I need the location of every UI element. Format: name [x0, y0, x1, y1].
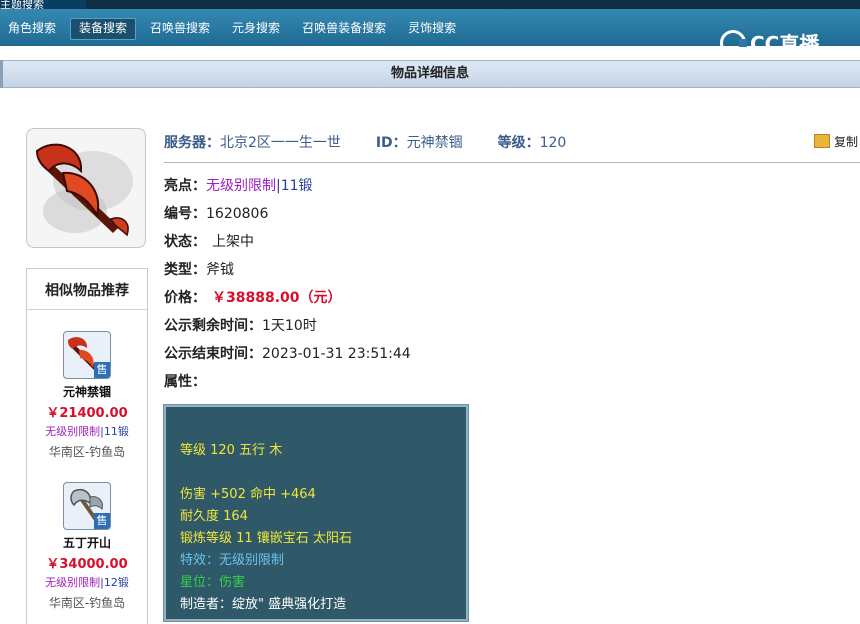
level-label: 等级：	[497, 135, 540, 151]
type-row: 类型：斧钺	[164, 262, 234, 278]
remaining-time-value: 1天10时	[262, 318, 317, 334]
id-label: ID：	[375, 135, 407, 151]
attr-durability: 耐久度 164	[180, 509, 248, 524]
highlight-forge: 11锻	[280, 178, 313, 194]
attr-damage-hit: 伤害 +502 命中 +464	[180, 487, 316, 502]
similar-item-tags: 无级别限制|11锻	[45, 425, 129, 438]
tag-level: 无级别限制	[45, 425, 101, 438]
similar-item-name[interactable]: 五丁开山	[27, 534, 147, 551]
code-value: 1620806	[206, 206, 269, 222]
type-value: 斧钺	[206, 262, 234, 278]
id-value: 元神禁锢	[406, 135, 463, 151]
nav-summon-search[interactable]: 召唤兽搜索	[142, 18, 218, 40]
copy-button[interactable]: 复制	[814, 133, 858, 150]
attr-level-element: 等级 120 五行 木	[180, 443, 283, 458]
code-row: 编号：1620806	[164, 206, 269, 222]
highlight-row: 亮点：无级别限制|11锻	[164, 178, 313, 194]
item-image	[26, 128, 146, 248]
remaining-time-row: 公示剩余时间：1天10时	[164, 318, 317, 334]
copy-icon	[814, 134, 830, 148]
top-strip	[86, 0, 860, 9]
end-time-value: 2023-01-31 23:51:44	[262, 346, 411, 362]
similar-item-thumb[interactable]: 售	[63, 482, 111, 530]
similar-items-panel: 相似物品推荐 售 元神禁锢 ￥21400.00 无级别限制|11锻 华南区-钓鱼…	[26, 268, 148, 624]
end-time-row: 公示结束时间：2023-01-31 23:51:44	[164, 346, 411, 362]
top-bar: 主题搜索 角色搜索 装备搜索 召唤兽搜索 元身搜索 召唤兽装备搜索 灵饰搜索 C…	[0, 0, 860, 56]
search-nav: 角色搜索 装备搜索 召唤兽搜索 元身搜索 召唤兽装备搜索 灵饰搜索	[0, 18, 470, 40]
attr-star-position: 星位：伤害	[180, 575, 246, 590]
attr-forge-gem: 锻炼等级 11 镶嵌宝石 太阳石	[180, 531, 352, 546]
attributes-row: 属性：	[164, 371, 206, 391]
item-info-header: 服务器：北京2区一一生一世 ID：元神禁锢 等级：120 复制	[164, 132, 860, 163]
status-row: 状态： 上架中	[164, 234, 254, 250]
similar-items-title: 相似物品推荐	[27, 269, 147, 310]
level-value: 120	[539, 135, 567, 151]
status-value: 上架中	[212, 234, 254, 250]
similar-item-server: 华南区-钓鱼岛	[48, 596, 126, 610]
sale-badge: 售	[94, 362, 110, 378]
similar-item-server: 华南区-钓鱼岛	[48, 445, 126, 459]
similar-item-card[interactable]: 售 五丁开山 ￥34000.00 无级别限制|12锻 华南区-钓鱼岛	[27, 482, 147, 611]
sale-badge: 售	[94, 513, 110, 529]
similar-item-price: ￥34000.00	[46, 557, 128, 572]
cc-logo-icon	[720, 29, 747, 56]
similar-item-tags: 无级别限制|12锻	[45, 576, 129, 589]
price-value: ￥38888.00（元）	[212, 290, 342, 306]
tag-level: 无级别限制	[45, 576, 101, 589]
top-tab[interactable]: 主题搜索	[0, 0, 86, 9]
attribute-box: 等级 120 五行 木 伤害 +502 命中 +464 耐久度 164 锻炼等级…	[163, 404, 469, 622]
detail-header: 物品详细信息	[0, 60, 860, 88]
nav-yuanshen-search[interactable]: 元身搜索	[224, 18, 288, 40]
highlight-level: 无级别限制	[206, 178, 276, 194]
similar-item-thumb[interactable]: 售	[63, 331, 111, 379]
attr-maker: 制造者：绽放" 盛典强化打造	[180, 597, 347, 612]
server-value: 北京2区一一生一世	[220, 135, 341, 151]
brand-text: CC直播	[750, 32, 820, 56]
similar-item-card[interactable]: 售 元神禁锢 ￥21400.00 无级别限制|11锻 华南区-钓鱼岛	[27, 331, 147, 460]
nav-equipment-search[interactable]: 装备搜索	[70, 18, 137, 40]
attr-special-effect: 特效：无级别限制	[180, 553, 285, 568]
tag-forge: 12锻	[103, 576, 129, 589]
cc-live-logo: CC直播	[720, 28, 819, 57]
attributes-label: 属性：	[164, 374, 206, 390]
axe-icon	[35, 143, 133, 237]
price-row: 价格： ￥38888.00（元）	[164, 290, 342, 306]
nav-summon-equip-search[interactable]: 召唤兽装备搜索	[294, 18, 394, 40]
similar-item-price: ￥21400.00	[46, 406, 128, 421]
nav-lingshi-search[interactable]: 灵饰搜索	[400, 18, 464, 40]
tag-forge: 11锻	[103, 425, 129, 438]
server-label: 服务器：	[164, 135, 220, 151]
similar-item-name[interactable]: 元神禁锢	[27, 383, 147, 400]
nav-role-search[interactable]: 角色搜索	[0, 18, 64, 40]
